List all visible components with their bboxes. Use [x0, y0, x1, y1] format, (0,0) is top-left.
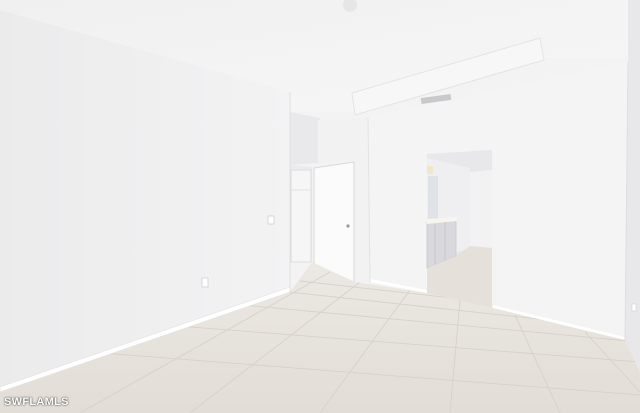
open-door: [313, 161, 355, 285]
room-photo: SWFLAMLS: [0, 0, 640, 413]
vanity-light-icon: [427, 166, 433, 174]
mls-watermark: SWFLAMLS: [4, 396, 69, 408]
light-switch-icon: [267, 215, 275, 225]
corridor-wall: [290, 112, 320, 165]
wall-outlet-icon: [201, 277, 209, 288]
door-handle-icon: [346, 224, 350, 228]
back-wall-outlet-icon: [631, 303, 637, 312]
empty-bedroom-scene: [0, 0, 640, 413]
closet-door: [290, 169, 312, 263]
bathroom-back-wall: [470, 170, 492, 248]
vanity-mirror: [428, 176, 438, 220]
